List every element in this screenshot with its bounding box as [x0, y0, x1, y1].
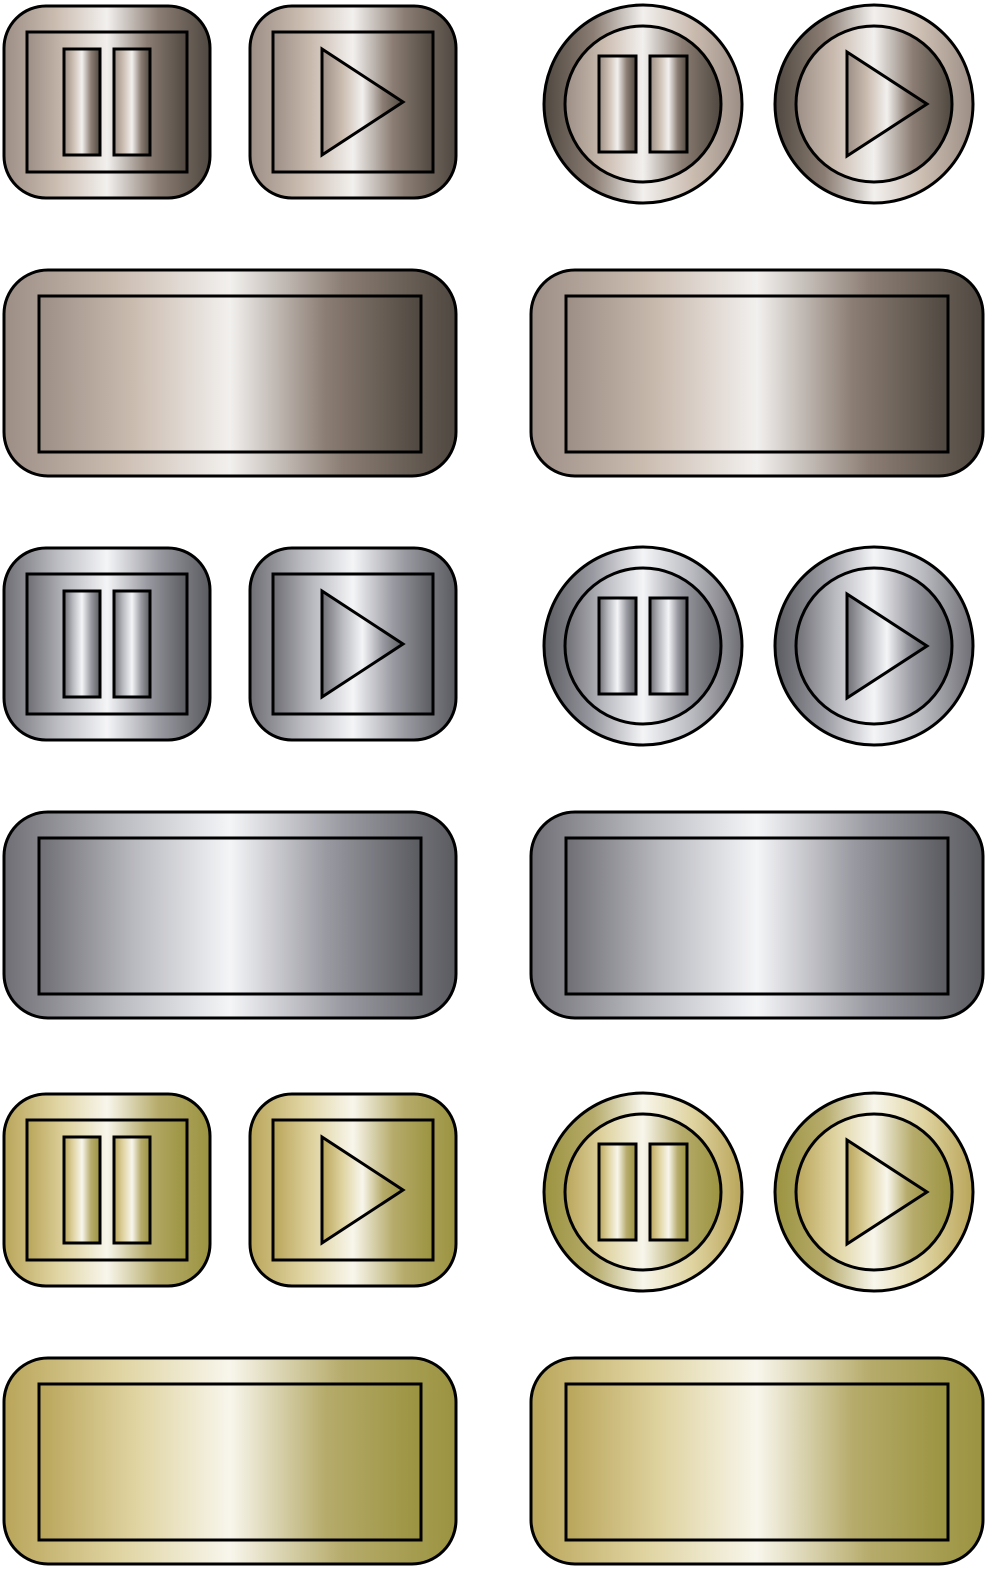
pause-bar-left	[62, 589, 102, 699]
pause-bar-right	[112, 1135, 152, 1245]
round-pause-button[interactable]	[542, 545, 744, 747]
pause-bar-left	[597, 54, 638, 154]
pause-bar-left	[62, 1135, 102, 1245]
pause-bar-right	[112, 47, 152, 157]
round-play-button[interactable]	[773, 3, 975, 205]
blank-plate-button[interactable]	[529, 1356, 985, 1566]
buttons-canvas	[2, 3, 985, 1566]
button-face	[25, 572, 189, 716]
round-pause-button[interactable]	[542, 1091, 744, 1293]
button-face	[563, 1112, 723, 1272]
button-face	[564, 836, 950, 996]
pause-bar-right	[648, 1142, 689, 1242]
button-face	[37, 836, 423, 996]
square-pause-button[interactable]	[2, 546, 212, 742]
blank-plate-button[interactable]	[2, 1356, 458, 1566]
pause-bar-right	[648, 596, 689, 696]
button-face	[564, 1382, 950, 1542]
blank-plate-button[interactable]	[2, 268, 458, 478]
blank-plate-button[interactable]	[529, 810, 985, 1020]
button-face	[563, 24, 723, 184]
metallic-buttons-sheet	[0, 0, 999, 1585]
round-play-button[interactable]	[773, 1091, 975, 1293]
square-play-button[interactable]	[248, 1092, 458, 1288]
square-play-button[interactable]	[248, 4, 458, 200]
pause-bar-right	[112, 589, 152, 699]
button-face	[25, 1118, 189, 1262]
button-face	[563, 566, 723, 726]
pause-bar-right	[648, 54, 689, 154]
round-play-button[interactable]	[773, 545, 975, 747]
pause-bar-left	[597, 1142, 638, 1242]
button-face	[564, 294, 950, 454]
square-pause-button[interactable]	[2, 4, 212, 200]
button-face	[37, 294, 423, 454]
square-pause-button[interactable]	[2, 1092, 212, 1288]
button-face	[37, 1382, 423, 1542]
pause-bar-left	[62, 47, 102, 157]
blank-plate-button[interactable]	[2, 810, 458, 1020]
blank-plate-button[interactable]	[529, 268, 985, 478]
round-pause-button[interactable]	[542, 3, 744, 205]
button-face	[25, 30, 189, 174]
pause-bar-left	[597, 596, 638, 696]
square-play-button[interactable]	[248, 546, 458, 742]
